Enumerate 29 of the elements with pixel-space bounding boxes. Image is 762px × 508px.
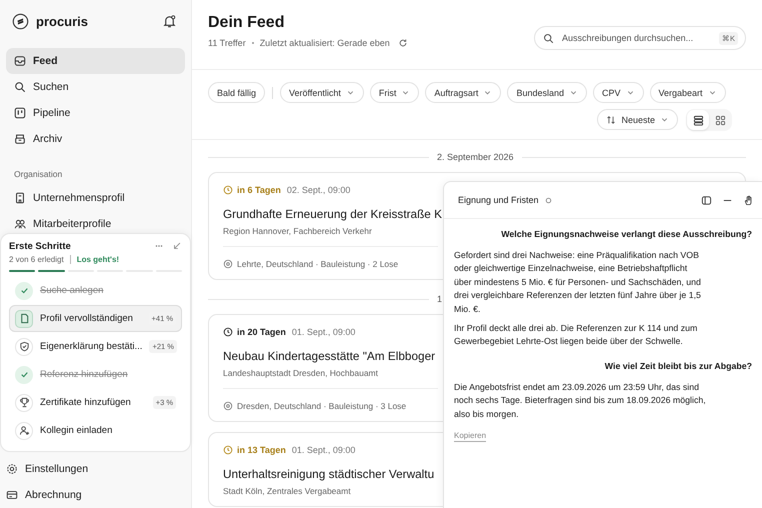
deadline-date: 01. Sept., 09:00 (292, 327, 356, 337)
deadline-label: in 6 Tagen (237, 185, 281, 195)
deadline-label: in 20 Tagen (237, 327, 286, 337)
card-title: Erste Schritte (9, 240, 72, 252)
tender-title: Grundhafte Erneuerung der Kreisstraße K (223, 207, 442, 221)
section-heading: Organisation (13, 168, 64, 181)
date-divider: 2. September 2026 (437, 152, 514, 162)
brand-name: procuris (36, 14, 90, 29)
tender-title: Unterhaltsreinigung städtischer Verwaltu (223, 467, 434, 481)
tender-meta: Lehrte, Deutschland · Bauleistung · 2 Lose (237, 259, 398, 269)
answer-paragraph: Gefordert sind drei Nachweise: eine Präqualifikation nach VOB oder gleichwertige Einzelnachweise, eine Betriebshaftpflicht über mindestens 5 Mio. € für Personen- und Sachschäden, und drei vergleichbare Referenzen der letzten fünf Jahre über je 1,5 Mio. €. (454, 249, 702, 316)
date-divider: 1 (437, 294, 442, 304)
progress-text: 2 von 6 erledigt (9, 254, 64, 264)
answer-paragraph: Die Angebotsfrist endet am 23.09.2026 um 23:59 Uhr, das sind noch sechs Tage. Bieterfragen sind bis zum 18.09.2026 möglich, also bis morgen. (454, 380, 706, 421)
answer-paragraph: Ihr Profil deckt alle drei ab. Die Referenzen zur K 114 und zum Gewerbegebiet Lehrte-Ost liegen beide über der Schwelle. (454, 322, 698, 348)
deadline-date: 01. Sept., 09:00 (292, 445, 356, 455)
tender-title: Neubau Kindertagesstätte "Am Elbboger (223, 349, 436, 363)
tender-meta: Dresden, Deutschland · Bauleistung · 3 Lose (237, 401, 406, 411)
update-status: Zuletzt aktualisiert: Gerade eben (260, 38, 390, 48)
deadline-label: in 13 Tagen (237, 445, 286, 455)
authority-name: Landeshauptstadt Dresden, Hochbauamt (223, 368, 378, 378)
authority-name: Stadt Köln, Zentrales Vergabeamt (223, 486, 351, 496)
page-title: Dein Feed (208, 14, 286, 32)
user-question: Welche Eignungsnachweise verlangt diese Ausschreibung? (500, 229, 752, 239)
panel-title: Eignung und Fristen (458, 195, 539, 205)
deadline-date: 02. Sept., 09:00 (286, 185, 350, 195)
result-count: 11 Treffer (208, 38, 246, 48)
user-question: Wie viel Zeit bleibt bis zur Abgabe? (604, 360, 752, 371)
authority-name: Region Hannover, Fachbereich Verkehr (223, 226, 372, 236)
